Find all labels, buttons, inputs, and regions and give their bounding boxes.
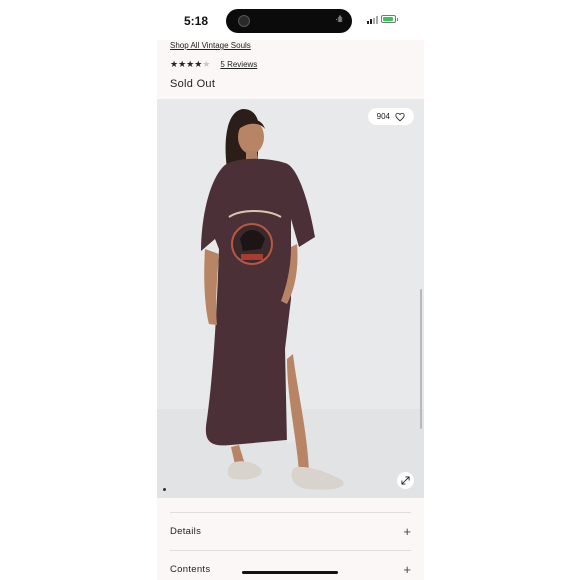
gallery-page-dot[interactable] — [163, 488, 166, 491]
expand-button[interactable] — [397, 472, 414, 489]
product-page: Shop All Vintage Souls ★★★★★ 5 Reviews S… — [157, 40, 424, 580]
home-indicator[interactable] — [242, 571, 338, 574]
likes-count: 904 — [376, 112, 390, 121]
plus-icon: + — [403, 524, 411, 539]
dynamic-island: ·ıllı — [226, 9, 352, 33]
product-image[interactable] — [157, 99, 424, 498]
likes-button[interactable]: 904 — [367, 108, 414, 125]
battery-icon — [381, 15, 396, 23]
product-rating: ★★★★★ 5 Reviews — [170, 59, 257, 70]
accordion-contents[interactable]: Contents + — [170, 550, 411, 580]
status-time: 5:18 — [184, 14, 209, 28]
accordion-details[interactable]: Details + — [170, 512, 411, 550]
accordion-contents-label: Contents — [170, 564, 211, 575]
plus-icon: + — [403, 562, 411, 577]
star-rating: ★★★★★ — [170, 59, 210, 70]
battery-tip — [397, 18, 398, 21]
status-bar: 5:18 ·ıllı — [157, 0, 424, 40]
product-image-gallery[interactable]: 904 — [157, 99, 424, 498]
star-filled-icon: ★ — [178, 59, 187, 69]
availability-status: Sold Out — [170, 78, 216, 90]
scroll-indicator — [420, 289, 422, 429]
heart-icon — [395, 112, 405, 121]
expand-icon — [401, 476, 410, 485]
star-empty-icon: ★ — [202, 59, 211, 69]
battery-level — [383, 17, 394, 21]
phone-screen: 5:18 ·ıllı Shop All Vintage Souls ★★★★★ … — [157, 0, 424, 580]
shop-all-link[interactable]: Shop All Vintage Souls — [170, 41, 251, 50]
star-filled-icon: ★ — [170, 59, 179, 69]
activity-icon — [238, 15, 250, 27]
signal-icon — [367, 16, 378, 24]
accordion-details-label: Details — [170, 526, 202, 537]
reviews-link[interactable]: 5 Reviews — [220, 60, 257, 69]
audio-wave-icon: ·ıllı — [335, 14, 343, 24]
